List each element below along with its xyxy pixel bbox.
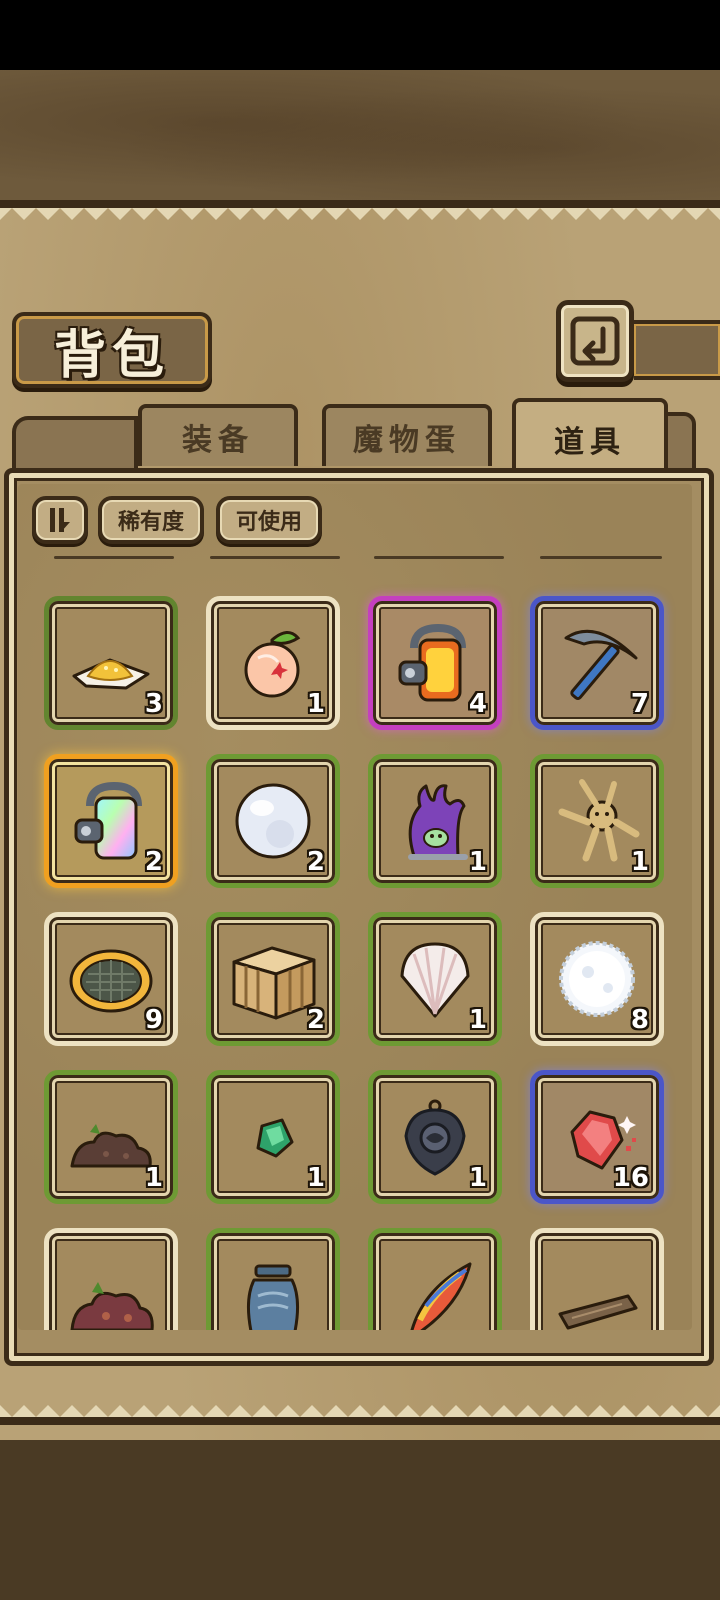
row-ledge: [540, 556, 662, 559]
red-soil-pile-icon: [70, 1282, 154, 1330]
item-slot[interactable]: [206, 1228, 340, 1330]
item-slot[interactable]: [530, 1228, 664, 1330]
rarity-filter-label: 稀有度: [117, 510, 184, 535]
orange-capsule-icon: [398, 623, 466, 702]
item-slot[interactable]: 1: [368, 754, 502, 888]
row-ledge: [54, 556, 174, 559]
map-background-top: [0, 70, 720, 200]
straw-doll-icon: [558, 779, 640, 862]
tab-bar-left-shell: [12, 416, 138, 470]
tab-items[interactable]: 道具: [512, 398, 668, 476]
tab-monster-eggs-label: 魔物蛋: [353, 423, 461, 458]
item-quantity: 1: [468, 1163, 487, 1193]
item-quantity: 1: [306, 1163, 325, 1193]
item-quantity: 1: [468, 847, 487, 877]
item-quantity: 2: [306, 1005, 325, 1035]
item-quantity: 2: [144, 847, 163, 877]
tab-equipment-label: 装备: [182, 423, 254, 458]
item-slot[interactable]: 1: [530, 754, 664, 888]
item-quantity: 9: [144, 1005, 163, 1035]
wooden-plank-icon: [558, 1294, 638, 1330]
row-ledge: [374, 556, 504, 559]
row-ledge: [210, 556, 340, 559]
item-grid[interactable]: 3 1 4 7 2 2 1 1 9 2 1 8 1 1 1 16: [18, 556, 692, 1330]
item-slot[interactable]: 2: [206, 912, 340, 1046]
item-quantity: 7: [630, 689, 649, 719]
rainbow-feather-icon: [410, 1262, 472, 1330]
salt-pile-icon: [72, 658, 150, 690]
item-quantity: 4: [468, 689, 487, 719]
back-button[interactable]: [556, 300, 634, 382]
item-slot[interactable]: 1: [368, 912, 502, 1046]
tab-equipment[interactable]: 装备: [138, 404, 298, 466]
item-slot[interactable]: 9: [44, 912, 178, 1046]
item-quantity: 1: [144, 1163, 163, 1193]
stone-jar-icon: [247, 1264, 299, 1330]
item-slot[interactable]: 1: [44, 1070, 178, 1204]
back-arrow-icon: [570, 316, 620, 366]
tab-items-label: 道具: [554, 425, 626, 460]
item-slot[interactable]: 1: [206, 596, 340, 730]
pearl-icon: [235, 783, 311, 859]
item-slot[interactable]: 4: [368, 596, 502, 730]
sort-order-icon: [50, 508, 70, 532]
item-slot[interactable]: 3: [44, 596, 178, 730]
item-slot[interactable]: [44, 1228, 178, 1330]
item-slot[interactable]: 7: [530, 596, 664, 730]
zigzag-border-bottom: [0, 1405, 720, 1425]
back-button-rail: [634, 320, 720, 380]
tab-monster-eggs[interactable]: 魔物蛋: [322, 404, 492, 466]
page-title-plate: 背包: [12, 312, 212, 388]
emerald-icon: [256, 1118, 294, 1158]
rarity-filter-button[interactable]: 稀有度: [98, 496, 204, 544]
peach-icon: [244, 631, 301, 698]
sort-order-button[interactable]: [32, 496, 88, 544]
snowball-icon: [559, 941, 635, 1017]
item-slot[interactable]: 1: [206, 1070, 340, 1204]
zigzag-border-top: [0, 200, 720, 220]
item-quantity: 1: [306, 689, 325, 719]
item-slot[interactable]: 1: [368, 1070, 502, 1204]
item-quantity: 1: [468, 1005, 487, 1035]
page-title: 背包: [53, 324, 170, 386]
seashell-icon: [400, 942, 470, 1018]
usable-filter-label: 可使用: [235, 510, 302, 535]
usable-filter-button[interactable]: 可使用: [216, 496, 322, 544]
item-slot[interactable]: [368, 1228, 502, 1330]
item-quantity: 16: [612, 1163, 649, 1193]
status-bar: [0, 0, 720, 70]
item-quantity: 1: [630, 847, 649, 877]
item-slot[interactable]: 16: [530, 1070, 664, 1204]
pickaxe-icon: [564, 629, 638, 701]
soil-pile-icon: [70, 1124, 152, 1168]
pie-icon: [69, 949, 153, 1013]
item-quantity: 8: [630, 1005, 649, 1035]
item-quantity: 2: [306, 847, 325, 877]
item-slot[interactable]: 2: [44, 754, 178, 888]
wooden-crate-icon: [232, 946, 316, 1020]
dark-amulet-icon: [404, 1099, 466, 1176]
rainbow-capsule-icon: [74, 781, 142, 860]
item-quantity: 3: [144, 689, 163, 719]
item-slot[interactable]: 8: [530, 912, 664, 1046]
item-slot[interactable]: 2: [206, 754, 340, 888]
purple-tentacle-monster-icon: [408, 784, 468, 860]
map-background-bottom: [0, 1440, 720, 1600]
